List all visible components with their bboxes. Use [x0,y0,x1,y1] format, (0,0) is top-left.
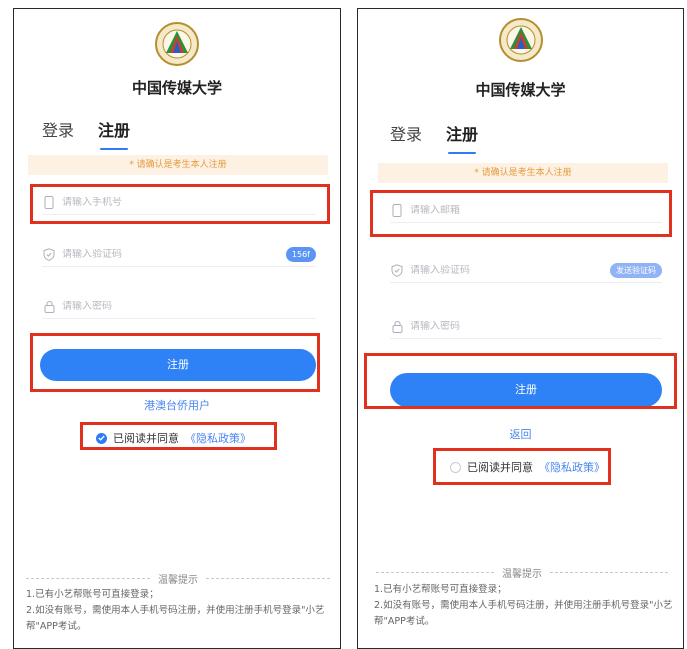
verification-code-field[interactable]: 发送验证码 [390,259,662,283]
tips-heading: 温馨提示 [376,565,668,580]
tips-heading: 温馨提示 [26,571,330,586]
tips-title: 温馨提示 [502,569,542,580]
register-button[interactable]: 注册 [40,349,316,381]
email-register-panel: 中国传媒大学 登录 注册 * 请确认是考生本人注册 发送验证码 注册 返回 已阅… [357,8,684,649]
phone-input[interactable] [62,197,316,208]
tips-title: 温馨提示 [158,575,198,586]
send-code-button[interactable]: 156f [285,247,316,262]
password-field[interactable] [390,315,662,339]
phone-icon [390,204,404,218]
identity-notice: * 请确认是考生本人注册 [378,163,668,183]
hk-macau-taiwan-link[interactable]: 港澳台侨用户 [14,397,340,413]
school-name: 中国传媒大学 [131,79,222,97]
password-input[interactable] [410,321,662,332]
tab-register[interactable]: 注册 [98,117,130,150]
password-input[interactable] [62,301,316,312]
lock-icon [42,300,56,314]
email-input[interactable] [410,205,662,216]
privacy-agreement: 已阅读并同意 《隐私政策》 [450,459,605,475]
send-code-button[interactable]: 发送验证码 [610,263,662,278]
password-field[interactable] [42,295,316,319]
tab-login[interactable]: 登录 [390,121,422,145]
shield-icon [390,264,404,278]
agree-checkbox[interactable] [96,432,107,444]
tip-item: 2.如没有账号，需使用本人手机号码注册，并使用注册手机号登录"小艺帮"APP考试… [374,600,673,627]
tips-list: 1.已有小艺帮账号可直接登录； 2.如没有账号，需使用本人手机号码注册，并使用注… [26,587,336,635]
auth-tabs: 登录 注册 [42,117,130,150]
tips-list: 1.已有小艺帮账号可直接登录； 2.如没有账号，需使用本人手机号码注册，并使用注… [374,582,674,630]
agree-checkbox[interactable] [450,461,461,473]
phone-field[interactable] [42,191,316,215]
agree-text: 已阅读并同意 [113,432,179,445]
identity-notice: * 请确认是考生本人注册 [28,155,328,175]
university-logo [155,22,199,66]
auth-tabs: 登录 注册 [390,121,478,154]
agree-text: 已阅读并同意 [467,461,533,474]
tab-login[interactable]: 登录 [42,117,74,141]
tab-register[interactable]: 注册 [446,121,478,154]
privacy-policy-link[interactable]: 《隐私政策》 [539,459,605,475]
phone-icon [42,196,56,210]
privacy-agreement: 已阅读并同意 《隐私政策》 [96,430,251,446]
verification-code-field[interactable]: 156f [42,243,316,267]
tip-item: 2.如没有账号，需使用本人手机号码注册，并使用注册手机号登录"小艺帮"APP考试… [26,605,325,632]
phone-register-panel: 中国传媒大学 登录 注册 * 请确认是考生本人注册 156f 注册 港澳台侨用户… [13,8,341,649]
shield-icon [42,248,56,262]
verification-code-input[interactable] [62,249,286,260]
tip-item: 1.已有小艺帮账号可直接登录； [26,589,159,600]
email-field[interactable] [390,199,662,223]
verification-code-input[interactable] [410,265,610,276]
lock-icon [390,320,404,334]
tip-item: 1.已有小艺帮账号可直接登录； [374,584,507,595]
university-logo [498,18,543,62]
privacy-policy-link[interactable]: 《隐私政策》 [185,430,251,446]
register-button[interactable]: 注册 [390,373,662,407]
school-name: 中国传媒大学 [475,81,566,99]
back-link[interactable]: 返回 [358,426,683,442]
